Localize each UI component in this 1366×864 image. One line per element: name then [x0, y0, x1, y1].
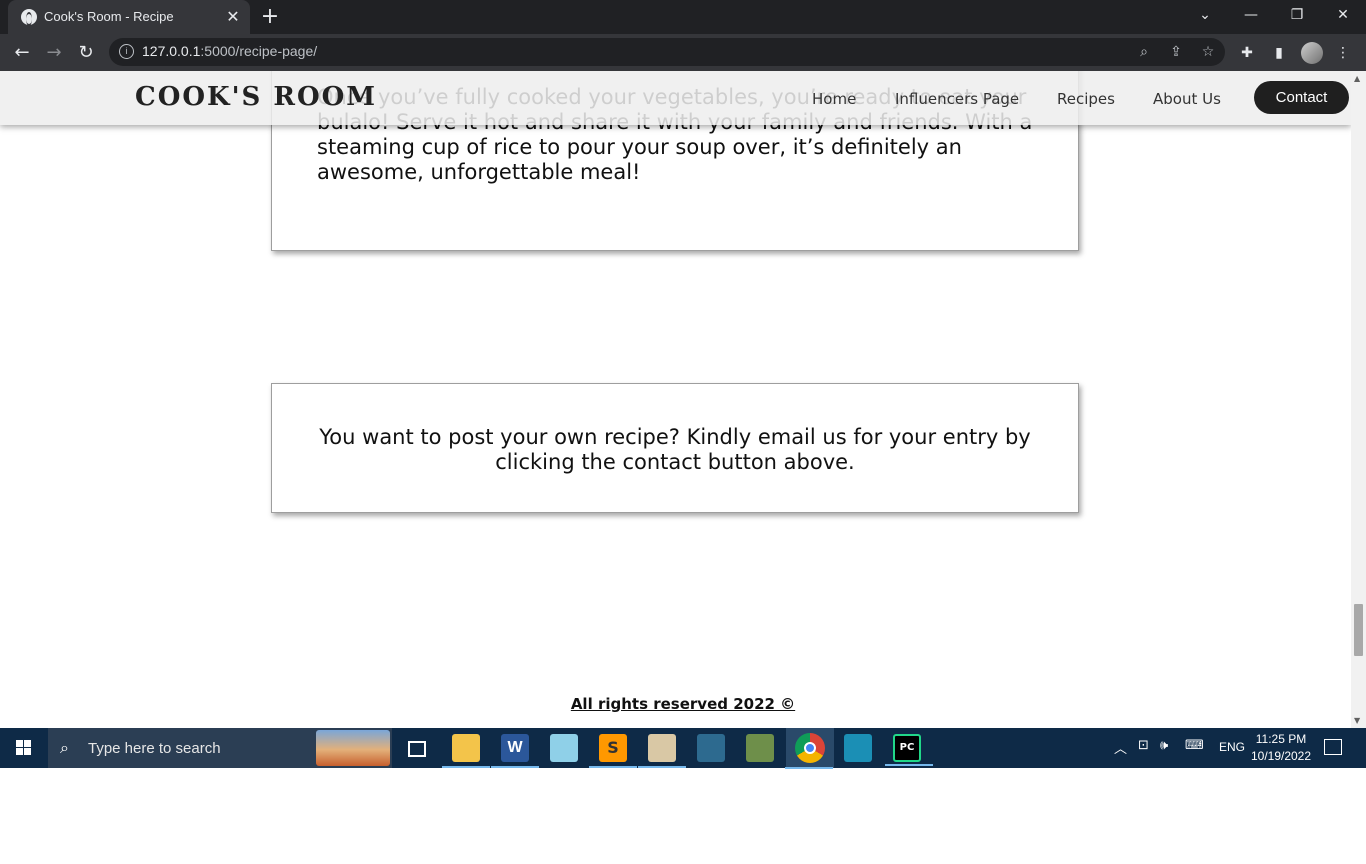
- minimize-window-button[interactable]: —: [1228, 0, 1274, 30]
- kebab-menu-icon[interactable]: ⋮: [1333, 43, 1353, 63]
- browser-tab-active[interactable]: Cook's Room - Recipe ✕: [8, 0, 250, 34]
- bookmark-star-icon[interactable]: ☆: [1199, 43, 1217, 61]
- footer-copyright: All rights reserved 2022 ©: [570, 695, 796, 713]
- taskbar-search-box[interactable]: ⌕ Type here to search: [48, 728, 392, 768]
- page-viewport: Once you’ve fully cooked your vegetables…: [0, 71, 1366, 728]
- share-icon[interactable]: ⇪: [1167, 43, 1185, 61]
- page-scrollbar[interactable]: ▲ ▼: [1351, 71, 1366, 728]
- browser-toolbar: ← → ↻ i 127.0.0.1:5000/recipe-page/ ⌕ ⇪ …: [0, 34, 1366, 71]
- paint-palette-icon[interactable]: [638, 734, 686, 768]
- volume-icon[interactable]: 🕪: [1160, 738, 1168, 753]
- tab-title: Cook's Room - Recipe: [44, 9, 174, 24]
- nav-link-about[interactable]: About Us: [1153, 90, 1221, 108]
- site-logo-text[interactable]: COOK'S ROOM: [135, 82, 377, 112]
- notification-center-icon[interactable]: [1324, 739, 1342, 755]
- chrome-icon[interactable]: [785, 733, 833, 769]
- nav-link-home[interactable]: Home: [812, 90, 856, 108]
- address-bar[interactable]: i 127.0.0.1:5000/recipe-page/ ⌕ ⇪ ☆: [109, 38, 1225, 66]
- show-hidden-icons-icon[interactable]: ︿: [1114, 738, 1127, 757]
- task-view-icon[interactable]: [402, 734, 430, 762]
- tab-close-icon[interactable]: ✕: [224, 8, 242, 26]
- close-window-button[interactable]: ✕: [1320, 0, 1366, 30]
- start-button[interactable]: [0, 728, 48, 768]
- sublime-text-icon[interactable]: S: [589, 734, 637, 768]
- contact-button[interactable]: Contact: [1254, 81, 1349, 114]
- site-navbar: COOK'S ROOM Home Influencers Page Recipe…: [0, 71, 1351, 125]
- input-language[interactable]: ENG: [1219, 740, 1245, 754]
- forward-arrow-icon[interactable]: →: [41, 40, 67, 66]
- mysql-workbench-icon[interactable]: [697, 734, 725, 762]
- nav-link-influencers[interactable]: Influencers Page: [895, 90, 1019, 108]
- side-panel-icon[interactable]: ▮: [1269, 43, 1289, 63]
- search-placeholder: Type here to search: [88, 740, 221, 757]
- 3d-box-icon[interactable]: [844, 734, 872, 762]
- post-recipe-card: You want to post your own recipe? Kindly…: [271, 383, 1079, 513]
- windows-logo-icon: [16, 740, 32, 756]
- tab-search-icon[interactable]: ⌄: [1182, 0, 1228, 30]
- url-host: 127.0.0.1: [142, 43, 201, 59]
- scroll-up-icon[interactable]: ▲: [1354, 74, 1360, 83]
- back-arrow-icon[interactable]: ←: [9, 40, 35, 66]
- post-recipe-text: You want to post your own recipe? Kindly…: [319, 425, 1031, 474]
- pycharm-icon[interactable]: PC: [885, 734, 933, 766]
- scrollbar-thumb[interactable]: [1354, 604, 1363, 657]
- search-highlight-illustration[interactable]: [316, 730, 390, 766]
- touch-keyboard-icon[interactable]: ⌨: [1185, 738, 1204, 753]
- taskbar-clock[interactable]: 11:25 PM 10/19/2022: [1248, 731, 1314, 765]
- scroll-down-icon[interactable]: ▼: [1354, 716, 1360, 725]
- restore-window-button[interactable]: ❐: [1274, 0, 1320, 30]
- windows-taskbar: ⌕ Type here to search W S PC ︿ ⊡ 🕪 ⌨ ENG…: [0, 728, 1366, 769]
- profile-avatar[interactable]: [1301, 42, 1323, 64]
- globe-icon: [21, 9, 37, 26]
- search-icon: ⌕: [60, 738, 69, 757]
- zoom-icon[interactable]: ⌕: [1135, 43, 1153, 61]
- word-icon[interactable]: W: [491, 734, 539, 768]
- url-text[interactable]: 127.0.0.1:5000/recipe-page/: [142, 43, 317, 59]
- clock-date: 10/19/2022: [1250, 749, 1312, 763]
- site-info-icon[interactable]: i: [119, 44, 134, 59]
- file-explorer-icon[interactable]: [442, 734, 490, 768]
- new-tab-button[interactable]: +: [258, 5, 282, 29]
- paint-bucket-icon[interactable]: [746, 734, 774, 762]
- browser-tab-bar: Cook's Room - Recipe ✕ + ⌄ — ❐ ✕: [0, 0, 1366, 34]
- extensions-puzzle-icon[interactable]: ✚: [1237, 43, 1257, 63]
- url-path: :5000/recipe-page/: [200, 43, 318, 59]
- reload-icon[interactable]: ↻: [73, 40, 99, 66]
- notes-app-icon[interactable]: [550, 734, 578, 762]
- clock-time: 11:25 PM: [1255, 732, 1307, 746]
- nav-link-recipes[interactable]: Recipes: [1057, 90, 1115, 108]
- network-icon[interactable]: ⊡: [1138, 738, 1149, 753]
